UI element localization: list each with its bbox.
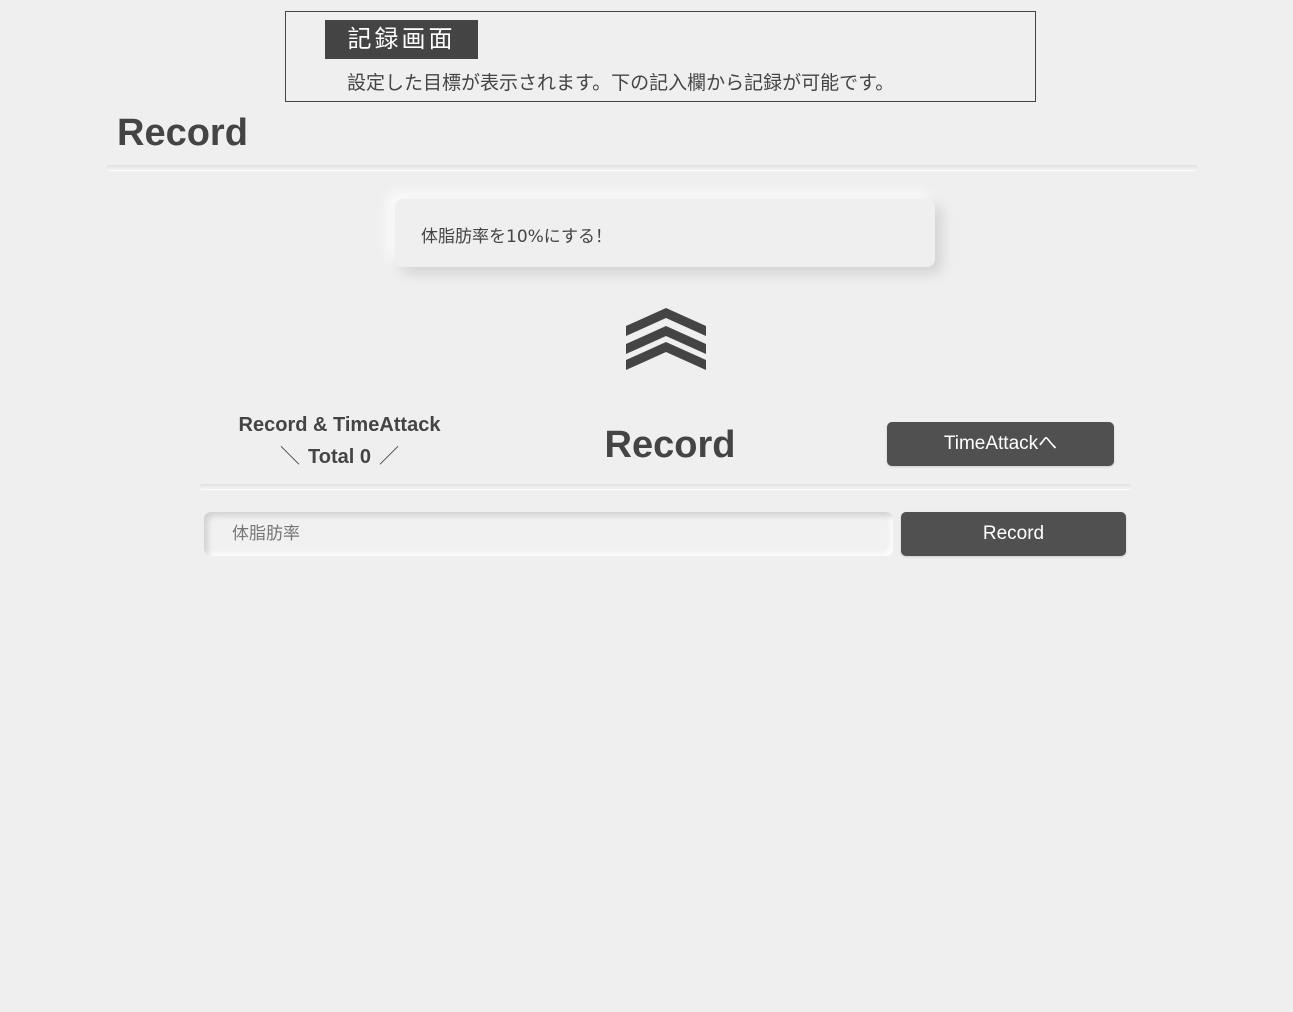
right-decoration: ／ bbox=[378, 446, 399, 468]
title-divider bbox=[107, 165, 1197, 170]
stats-total: ＼ Total 0 ／ bbox=[237, 440, 442, 469]
goal-card: 体脂肪率を10%にする！ bbox=[395, 199, 935, 267]
total-count: Total 0 bbox=[308, 446, 371, 468]
stats-title: Record & TimeAttack bbox=[238, 414, 441, 436]
annotation-badge: 記録画面 bbox=[325, 20, 478, 59]
left-decoration: ＼ bbox=[280, 446, 301, 468]
section-divider bbox=[200, 484, 1131, 489]
record-page: 記録画面 設定した目標が表示されます。下の記入欄から記録が可能です。 Recor… bbox=[0, 0, 1293, 1012]
annotation-description: 設定した目標が表示されます。下の記入欄から記録が可能です。 bbox=[347, 72, 895, 94]
timeattack-button[interactable]: TimeAttackへ bbox=[887, 422, 1114, 466]
section-title: Record bbox=[604, 424, 736, 466]
screen-annotation: 記録画面 設定した目標が表示されます。下の記入欄から記録が可能です。 bbox=[285, 11, 1036, 102]
page-title: Record bbox=[117, 112, 248, 154]
record-button[interactable]: Record bbox=[901, 512, 1126, 556]
body-fat-input[interactable] bbox=[204, 512, 893, 556]
triple-chevron-up-icon bbox=[626, 308, 706, 370]
goal-text: 体脂肪率を10%にする！ bbox=[421, 227, 612, 247]
